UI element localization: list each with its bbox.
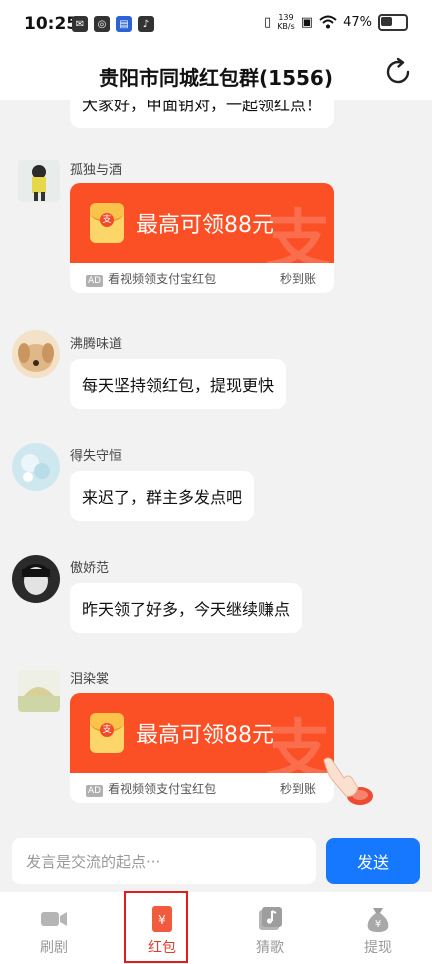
message-bubble: 昨天领了好多，今天继续赚点 xyxy=(70,583,303,633)
redpacket-title: 最高可领88元 xyxy=(136,213,274,238)
username: 孤独与酒 xyxy=(70,163,123,178)
tab-music[interactable]: 猜歌 xyxy=(216,892,324,964)
avatar[interactable] xyxy=(18,160,60,202)
input-bar: 发言是交流的起点··· 发送 xyxy=(0,838,432,890)
battery-percent: 47% xyxy=(343,14,372,30)
message-bubble: 来迟了，群主多发点吧 xyxy=(70,471,255,521)
ad-tag: AD xyxy=(86,274,104,287)
status-time: 10:25 xyxy=(24,14,79,34)
app-icon: ▤ xyxy=(116,16,132,32)
app-icon: ◎ xyxy=(94,16,110,32)
highlight-box xyxy=(124,891,188,963)
page-title: 贵阳市同城红包群(1556) xyxy=(99,66,333,90)
send-button[interactable]: 发送 xyxy=(326,838,420,884)
video-icon xyxy=(41,912,67,926)
redpacket-icon: 支 xyxy=(90,203,124,243)
message-bubble: 每天坚持领红包，提现更快 xyxy=(70,359,287,409)
hand-pointer-icon xyxy=(323,757,373,805)
ad-tag: AD xyxy=(86,784,104,797)
redpacket-icon: 支 xyxy=(90,713,124,753)
username: 泪染裳 xyxy=(70,672,110,687)
refresh-icon[interactable] xyxy=(382,56,414,88)
svg-text:¥: ¥ xyxy=(375,919,381,930)
redpacket-card[interactable]: 支 最高可领88元 支 AD 看视频领支付宝红包 秒到账 xyxy=(70,693,334,803)
username: 傲娇范 xyxy=(70,561,110,576)
wifi-icon xyxy=(319,15,337,29)
status-right: ▯ 139 KB/s ▣ 47% xyxy=(264,13,408,31)
avatar[interactable] xyxy=(12,330,60,378)
bottom-tab-bar: 刷剧 ¥ 红包 猜歌 ¥ 提现 xyxy=(0,892,432,964)
redpacket-card[interactable]: 支 最高可领88元 支 AD 看视频领支付宝红包 秒到账 xyxy=(70,183,334,293)
money-bag-icon: ¥ xyxy=(367,908,389,932)
username: 沸腾味道 xyxy=(70,337,123,352)
battery-icon xyxy=(378,13,408,31)
chat-list[interactable]: 大家好，甲面钥对，一起领红点！ 孤独与酒 支 最高可领88元 支 AD 看视频领支… xyxy=(0,100,432,838)
avatar[interactable] xyxy=(12,443,60,491)
mail-icon: ✉ xyxy=(72,16,88,32)
tab-withdraw[interactable]: ¥ 提现 xyxy=(324,892,432,964)
status-bar: 10:25 ✉ ◎ ▤ ♪ ▯ 139 KB/s ▣ 47% xyxy=(0,0,432,48)
redpacket-desc: 看视频领支付宝红包 xyxy=(108,271,217,286)
avatar[interactable] xyxy=(18,670,60,712)
tab-video[interactable]: 刷剧 xyxy=(0,892,108,964)
vibrate-icon: ▯ xyxy=(264,14,272,30)
net-speed: 139 KB/s xyxy=(277,13,295,31)
redpacket-desc: 看视频领支付宝红包 xyxy=(108,781,217,796)
notification-icons: ✉ ◎ ▤ ♪ xyxy=(72,16,154,32)
tiktok-icon: ♪ xyxy=(138,16,154,32)
alipay-watermark-icon: 支 xyxy=(266,204,330,278)
username: 得失守恒 xyxy=(70,449,123,464)
app-header: 贵阳市同城红包群(1556) xyxy=(0,48,432,100)
music-icon xyxy=(259,907,282,930)
avatar[interactable] xyxy=(12,555,60,603)
sim-icon: ▣ xyxy=(300,14,314,30)
tab-label: 猜歌 xyxy=(256,940,284,956)
tab-label: 刷剧 xyxy=(40,940,68,956)
redpacket-title: 最高可领88元 xyxy=(136,723,274,748)
tab-label: 提现 xyxy=(364,940,392,956)
message-input[interactable]: 发言是交流的起点··· xyxy=(12,838,316,884)
message-bubble: 大家好，甲面钥对，一起领红点！ xyxy=(70,100,335,128)
